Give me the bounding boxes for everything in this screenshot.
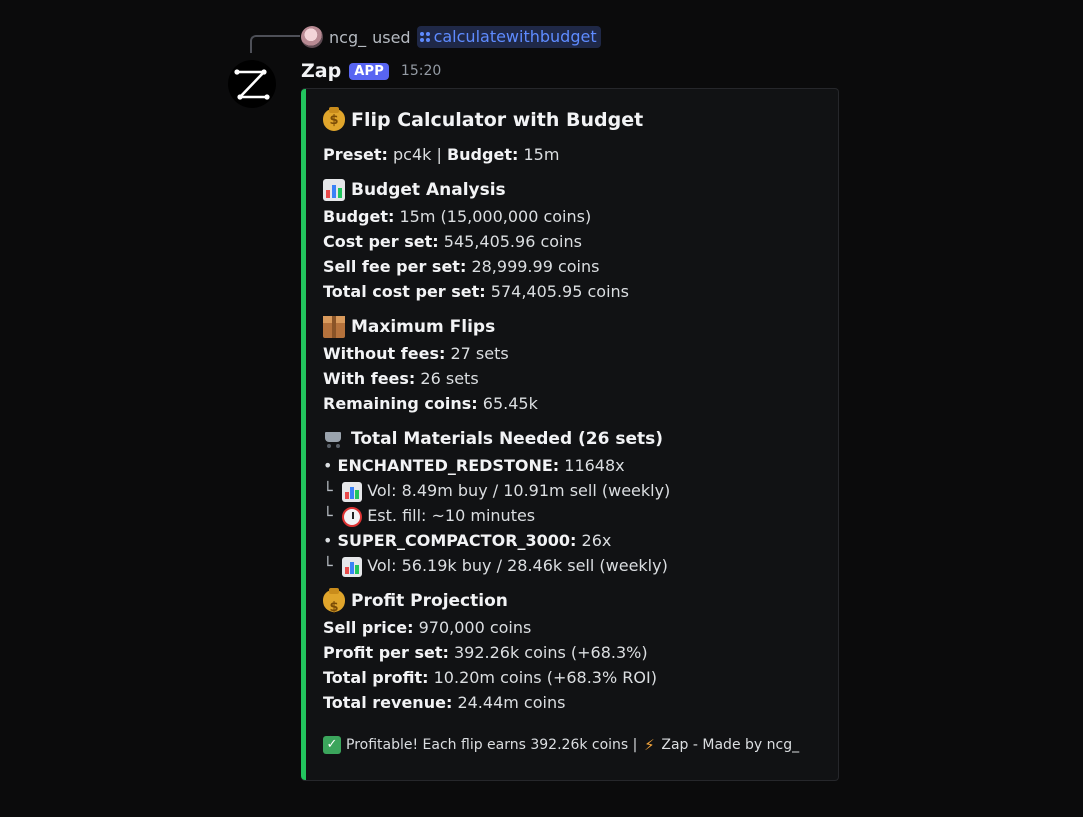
line-label: Sell fee per set: xyxy=(323,257,467,276)
material-volume: Vol: 56.19k buy / 28.46k sell (weekly) xyxy=(367,556,668,575)
material-qty: 11648x xyxy=(564,456,625,475)
app-badge: APP xyxy=(349,62,389,80)
line-value: 392.26k coins (+68.3%) xyxy=(453,643,648,662)
line-label: Total cost per set: xyxy=(323,282,486,301)
tree-branch: └ xyxy=(323,556,333,575)
lightning-icon: ⚡ xyxy=(644,736,655,754)
section-budget-analysis: Budget Analysis xyxy=(323,176,828,204)
line-value: 65.45k xyxy=(482,394,538,413)
section-maximum-flips: Maximum Flips xyxy=(323,313,828,341)
line-value: 574,405.95 coins xyxy=(490,282,629,301)
line-value: 545,405.96 coins xyxy=(443,232,582,251)
tree-branch: └ xyxy=(323,481,333,500)
section-materials: Total Materials Needed (26 sets) xyxy=(323,425,828,453)
preset-label: Preset: xyxy=(323,145,388,164)
bar-chart-icon xyxy=(342,556,363,577)
slash-command-icon xyxy=(419,31,430,42)
section-title: Budget Analysis xyxy=(351,180,506,200)
tree-branch: └ xyxy=(323,506,333,525)
command-invocation: ncg_ used calculatewithbudget xyxy=(301,24,601,50)
check-mark-icon: ✓ xyxy=(323,736,341,754)
line-label: Without fees: xyxy=(323,344,446,363)
message-timestamp[interactable]: 15:20 xyxy=(401,63,441,79)
material-qty: 26x xyxy=(581,531,612,550)
embed-title-text: Flip Calculator with Budget xyxy=(351,109,644,131)
embed-title: Flip Calculator with Budget xyxy=(323,105,828,135)
bullet: • xyxy=(323,456,333,475)
total-cost-line: Total cost per set: 574,405.95 coins xyxy=(323,279,828,304)
command-name-link[interactable]: calculatewithbudget xyxy=(416,26,601,48)
material-name: SUPER_COMPACTOR_3000: xyxy=(337,531,577,550)
bot-name[interactable]: Zap xyxy=(301,60,341,82)
budget-label: Budget: xyxy=(446,145,519,164)
profit-per-set-line: Profit per set: 392.26k coins (+68.3%) xyxy=(323,640,828,665)
footer-text: Profitable! Each flip earns 392.26k coin… xyxy=(346,737,638,753)
message-header: Zap APP 15:20 xyxy=(301,57,441,85)
with-fees-line: With fees: 26 sets xyxy=(323,366,828,391)
bullet: • xyxy=(323,531,333,550)
line-label: Total revenue: xyxy=(323,693,453,712)
section-profit-projection: Profit Projection xyxy=(323,587,828,622)
line-label: Cost per set: xyxy=(323,232,439,251)
material-volume: Vol: 8.49m buy / 10.91m sell (weekly) xyxy=(367,481,671,500)
embed-body: Flip Calculator with Budget Preset: pc4k… xyxy=(323,105,828,715)
command-user[interactable]: ncg_ xyxy=(329,28,366,47)
package-icon xyxy=(323,316,345,338)
material-name: ENCHANTED_REDSTONE: xyxy=(337,456,560,475)
section-title: Total Materials Needed (26 sets) xyxy=(351,429,664,449)
reply-connector xyxy=(250,35,300,53)
command-used-label: used xyxy=(372,27,411,47)
line-label: Budget: xyxy=(323,207,395,226)
line-value: 28,999.99 coins xyxy=(471,257,600,276)
material-fill-time: Est. fill: ~10 minutes xyxy=(367,506,536,525)
bar-chart-icon xyxy=(342,481,363,502)
bar-chart-icon xyxy=(323,179,345,201)
line-value: 15m (15,000,000 coins) xyxy=(399,207,592,226)
cost-per-set-line: Cost per set: 545,405.96 coins xyxy=(323,229,828,254)
total-revenue-line: Total revenue: 24.44m coins xyxy=(323,690,828,715)
command-name: calculatewithbudget xyxy=(433,27,597,46)
line-label: Total profit: xyxy=(323,668,429,687)
material-item: • SUPER_COMPACTOR_3000: 26x xyxy=(323,528,828,553)
budget-value: 15m xyxy=(523,145,560,164)
line-value: 970,000 coins xyxy=(418,618,532,637)
material-fill-line: └ Est. fill: ~10 minutes xyxy=(323,503,828,528)
bot-avatar[interactable] xyxy=(228,60,276,108)
without-fees-line: Without fees: 27 sets xyxy=(323,341,828,366)
line-value: 10.20m coins (+68.3% ROI) xyxy=(433,668,657,687)
preset-line: Preset: pc4k | Budget: 15m xyxy=(323,142,828,167)
sell-fee-line: Sell fee per set: 28,999.99 coins xyxy=(323,254,828,279)
section-title: Profit Projection xyxy=(351,591,508,611)
line-label: With fees: xyxy=(323,369,416,388)
footer-credit: Zap - Made by ncg_ xyxy=(661,737,800,753)
line-label: Profit per set: xyxy=(323,643,449,662)
money-bag-icon xyxy=(323,588,345,622)
material-volume-line: └ Vol: 56.19k buy / 28.46k sell (weekly) xyxy=(323,553,828,578)
total-profit-line: Total profit: 10.20m coins (+68.3% ROI) xyxy=(323,665,828,690)
line-value: 27 sets xyxy=(450,344,509,363)
shopping-cart-icon xyxy=(323,428,345,450)
section-title: Maximum Flips xyxy=(351,317,496,337)
embed-footer: ✓ Profitable! Each flip earns 392.26k co… xyxy=(323,736,799,754)
line-value: 26 sets xyxy=(420,369,479,388)
material-volume-line: └ Vol: 8.49m buy / 10.91m sell (weekly) xyxy=(323,478,828,503)
embed-card: Flip Calculator with Budget Preset: pc4k… xyxy=(301,88,839,781)
user-avatar[interactable] xyxy=(301,26,323,48)
remaining-coins-line: Remaining coins: 65.45k xyxy=(323,391,828,416)
preset-separator: | xyxy=(436,145,442,164)
money-bag-icon xyxy=(323,107,345,131)
budget-line: Budget: 15m (15,000,000 coins) xyxy=(323,204,828,229)
line-label: Remaining coins: xyxy=(323,394,478,413)
sell-price-line: Sell price: 970,000 coins xyxy=(323,615,828,640)
preset-value: pc4k xyxy=(392,145,432,164)
line-value: 24.44m coins xyxy=(457,693,566,712)
material-item: • ENCHANTED_REDSTONE: 11648x xyxy=(323,453,828,478)
embed-accent-bar xyxy=(301,89,306,780)
zap-logo-icon xyxy=(234,69,270,100)
timer-icon xyxy=(342,506,363,527)
